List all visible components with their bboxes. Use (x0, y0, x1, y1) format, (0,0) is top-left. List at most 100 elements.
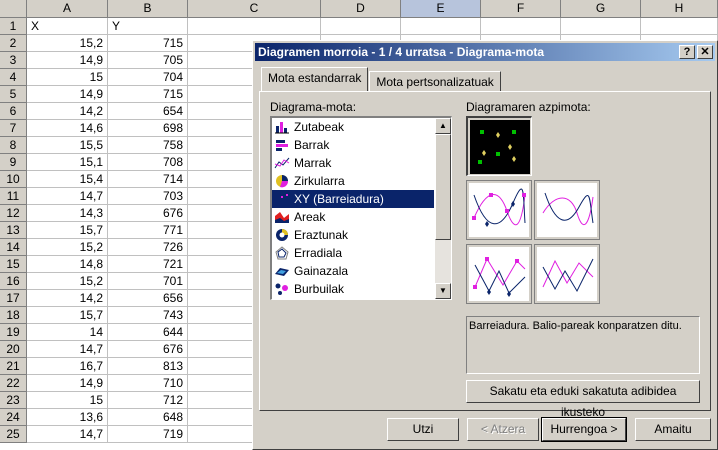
list-scrollbar[interactable]: ▲ ▼ (435, 118, 451, 299)
cell-a[interactable]: 14,7 (27, 188, 108, 205)
row-header[interactable]: 13 (0, 222, 27, 239)
cell-a[interactable]: 15,7 (27, 307, 108, 324)
cell-b[interactable]: 726 (108, 239, 188, 256)
chart-type-item[interactable]: Burbuilak (272, 280, 434, 298)
cell-a[interactable]: 14,8 (27, 256, 108, 273)
subtype-smoothed-lines[interactable] (534, 180, 600, 240)
cell-b[interactable]: 771 (108, 222, 188, 239)
cell-b[interactable]: 656 (108, 290, 188, 307)
row-header[interactable]: 23 (0, 392, 27, 409)
subtype-lines-markers[interactable] (466, 244, 532, 304)
cell-b[interactable]: 705 (108, 52, 188, 69)
row-header[interactable]: 4 (0, 69, 27, 86)
subtype-smoothed-lines-markers[interactable] (466, 180, 532, 240)
dialog-titlebar[interactable]: Diagramen morroia - 1 / 4 urratsa - Diag… (255, 43, 715, 61)
cell-b[interactable]: 712 (108, 392, 188, 409)
cell-b[interactable]: 710 (108, 375, 188, 392)
next-button[interactable]: Hurrengoa > (541, 417, 627, 442)
column-header-b[interactable]: B (108, 0, 188, 18)
chart-type-item[interactable]: Erradiala (272, 244, 434, 262)
cell-a[interactable]: 16,7 (27, 358, 108, 375)
cell-a[interactable]: 13,6 (27, 409, 108, 426)
cancel-button[interactable]: Utzi (387, 418, 459, 441)
scroll-thumb[interactable] (435, 134, 451, 240)
subtype-straight-lines[interactable] (534, 244, 600, 304)
cell-a[interactable]: X (27, 18, 108, 35)
row-header[interactable]: 17 (0, 290, 27, 307)
cell-b[interactable]: 701 (108, 273, 188, 290)
cell-b[interactable]: 813 (108, 358, 188, 375)
cell-a[interactable]: 15,1 (27, 154, 108, 171)
row-header[interactable]: 25 (0, 426, 27, 443)
cell-b[interactable]: 644 (108, 324, 188, 341)
row-header[interactable]: 12 (0, 205, 27, 222)
row-header[interactable]: 10 (0, 171, 27, 188)
cell-a[interactable]: 14,7 (27, 426, 108, 443)
chart-type-item[interactable]: Zirkularra (272, 172, 434, 190)
tab-standard-types[interactable]: Mota estandarrak (261, 67, 369, 91)
row-header[interactable]: 8 (0, 137, 27, 154)
cell-b[interactable]: 708 (108, 154, 188, 171)
column-header-h[interactable]: H (641, 0, 718, 18)
cell-b[interactable]: 648 (108, 409, 188, 426)
cell-empty[interactable] (401, 18, 481, 35)
column-header-e[interactable]: E (401, 0, 481, 18)
cell-a[interactable]: 15,2 (27, 239, 108, 256)
row-header[interactable]: 22 (0, 375, 27, 392)
row-header[interactable]: 2 (0, 35, 27, 52)
cell-a[interactable]: 15,5 (27, 137, 108, 154)
cell-a[interactable]: 15 (27, 392, 108, 409)
scroll-down-button[interactable]: ▼ (435, 283, 451, 299)
cell-a[interactable]: 14 (27, 324, 108, 341)
cell-empty[interactable] (321, 18, 401, 35)
cell-b[interactable]: 703 (108, 188, 188, 205)
cell-a[interactable]: 14,6 (27, 120, 108, 137)
row-header[interactable]: 3 (0, 52, 27, 69)
cell-b[interactable]: 676 (108, 341, 188, 358)
cell-b[interactable]: 654 (108, 103, 188, 120)
cell-b[interactable]: 721 (108, 256, 188, 273)
column-header-g[interactable]: G (561, 0, 641, 18)
chart-type-item[interactable]: Zutabeak (272, 118, 434, 136)
cell-a[interactable]: 14,9 (27, 52, 108, 69)
cell-a[interactable]: 15 (27, 69, 108, 86)
row-header[interactable]: 16 (0, 273, 27, 290)
cell-a[interactable]: 14,9 (27, 86, 108, 103)
subtype-scatter-markers[interactable] (466, 116, 532, 176)
cell-b[interactable]: 758 (108, 137, 188, 154)
chart-type-list[interactable]: Zutabeak Barrak Marrak Zirkularra XY (Barrei… (270, 116, 452, 300)
chart-type-item[interactable]: Areak (272, 208, 434, 226)
cell-empty[interactable] (641, 18, 718, 35)
close-button[interactable]: ✕ (697, 45, 713, 59)
cell-a[interactable]: 15,2 (27, 273, 108, 290)
row-header[interactable]: 11 (0, 188, 27, 205)
row-header[interactable]: 14 (0, 239, 27, 256)
row-header[interactable]: 21 (0, 358, 27, 375)
column-header-c[interactable]: C (188, 0, 321, 18)
finish-button[interactable]: Amaitu (635, 418, 711, 441)
cell-b[interactable]: 715 (108, 86, 188, 103)
row-header[interactable]: 15 (0, 256, 27, 273)
row-header[interactable]: 5 (0, 86, 27, 103)
cell-a[interactable]: 15,2 (27, 35, 108, 52)
cell-a[interactable]: 14,7 (27, 341, 108, 358)
row-header[interactable]: 1 (0, 18, 27, 35)
cell-a[interactable]: 14,2 (27, 290, 108, 307)
cell-b[interactable]: 719 (108, 426, 188, 443)
select-all-corner[interactable] (0, 0, 27, 18)
press-and-hold-preview-button[interactable]: Sakatu eta eduki sakatuta adibidea ikust… (466, 380, 700, 419)
cell-a[interactable]: 15,4 (27, 171, 108, 188)
cell-a[interactable]: 14,3 (27, 205, 108, 222)
column-header-d[interactable]: D (321, 0, 401, 18)
row-header[interactable]: 18 (0, 307, 27, 324)
column-header-a[interactable]: A (27, 0, 108, 18)
cell-b[interactable]: 715 (108, 35, 188, 52)
chart-type-item[interactable]: Eraztunak (272, 226, 434, 244)
cell-b[interactable]: 704 (108, 69, 188, 86)
back-button[interactable]: < Atzera (467, 418, 539, 441)
chart-type-item[interactable]: Barrak (272, 136, 434, 154)
row-header[interactable]: 6 (0, 103, 27, 120)
row-header[interactable]: 24 (0, 409, 27, 426)
help-button[interactable]: ? (679, 45, 695, 59)
row-header[interactable]: 20 (0, 341, 27, 358)
